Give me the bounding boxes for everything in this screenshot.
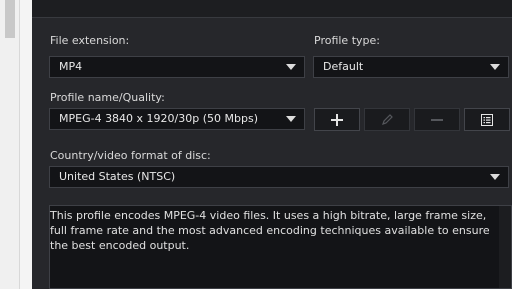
minus-icon (431, 118, 443, 121)
chevron-down-icon (490, 174, 500, 180)
file-extension-value: MP4 (59, 60, 83, 73)
edit-profile-button[interactable] (364, 108, 410, 131)
profile-type-label: Profile type: (314, 34, 380, 47)
list-details-icon (481, 113, 493, 126)
profile-details-button[interactable] (464, 108, 510, 131)
left-scrollbar[interactable] (0, 0, 20, 289)
country-format-value: United States (NTSC) (59, 170, 176, 183)
add-profile-button[interactable] (314, 108, 360, 131)
profile-description-text: This profile encodes MPEG-4 video files.… (50, 209, 490, 252)
profile-description-box: This profile encodes MPEG-4 video files.… (49, 205, 512, 289)
chevron-down-icon (490, 64, 500, 70)
country-format-label: Country/video format of disc: (50, 149, 211, 162)
country-format-select[interactable]: United States (NTSC) (49, 166, 509, 188)
profile-name-value: MPEG-4 3840 x 1920/30p (50 Mbps) (59, 112, 258, 125)
chevron-down-icon (286, 116, 296, 122)
panel-top-bar (32, 0, 512, 18)
profile-type-select[interactable]: Default (313, 56, 509, 78)
description-scrollbar[interactable] (499, 206, 511, 288)
delete-profile-button[interactable] (414, 108, 460, 131)
pencil-icon (382, 113, 393, 125)
profile-name-select[interactable]: MPEG-4 3840 x 1920/30p (50 Mbps) (49, 108, 305, 130)
file-extension-select[interactable]: MP4 (49, 56, 305, 78)
scrollbar-thumb[interactable] (5, 0, 15, 38)
profile-settings-panel: File extension: MP4 Profile type: Defaul… (32, 0, 512, 289)
chevron-down-icon (286, 64, 296, 70)
file-extension-label: File extension: (50, 34, 130, 47)
profile-name-label: Profile name/Quality: (50, 91, 165, 104)
plus-icon (331, 113, 343, 126)
profile-type-value: Default (323, 60, 364, 73)
